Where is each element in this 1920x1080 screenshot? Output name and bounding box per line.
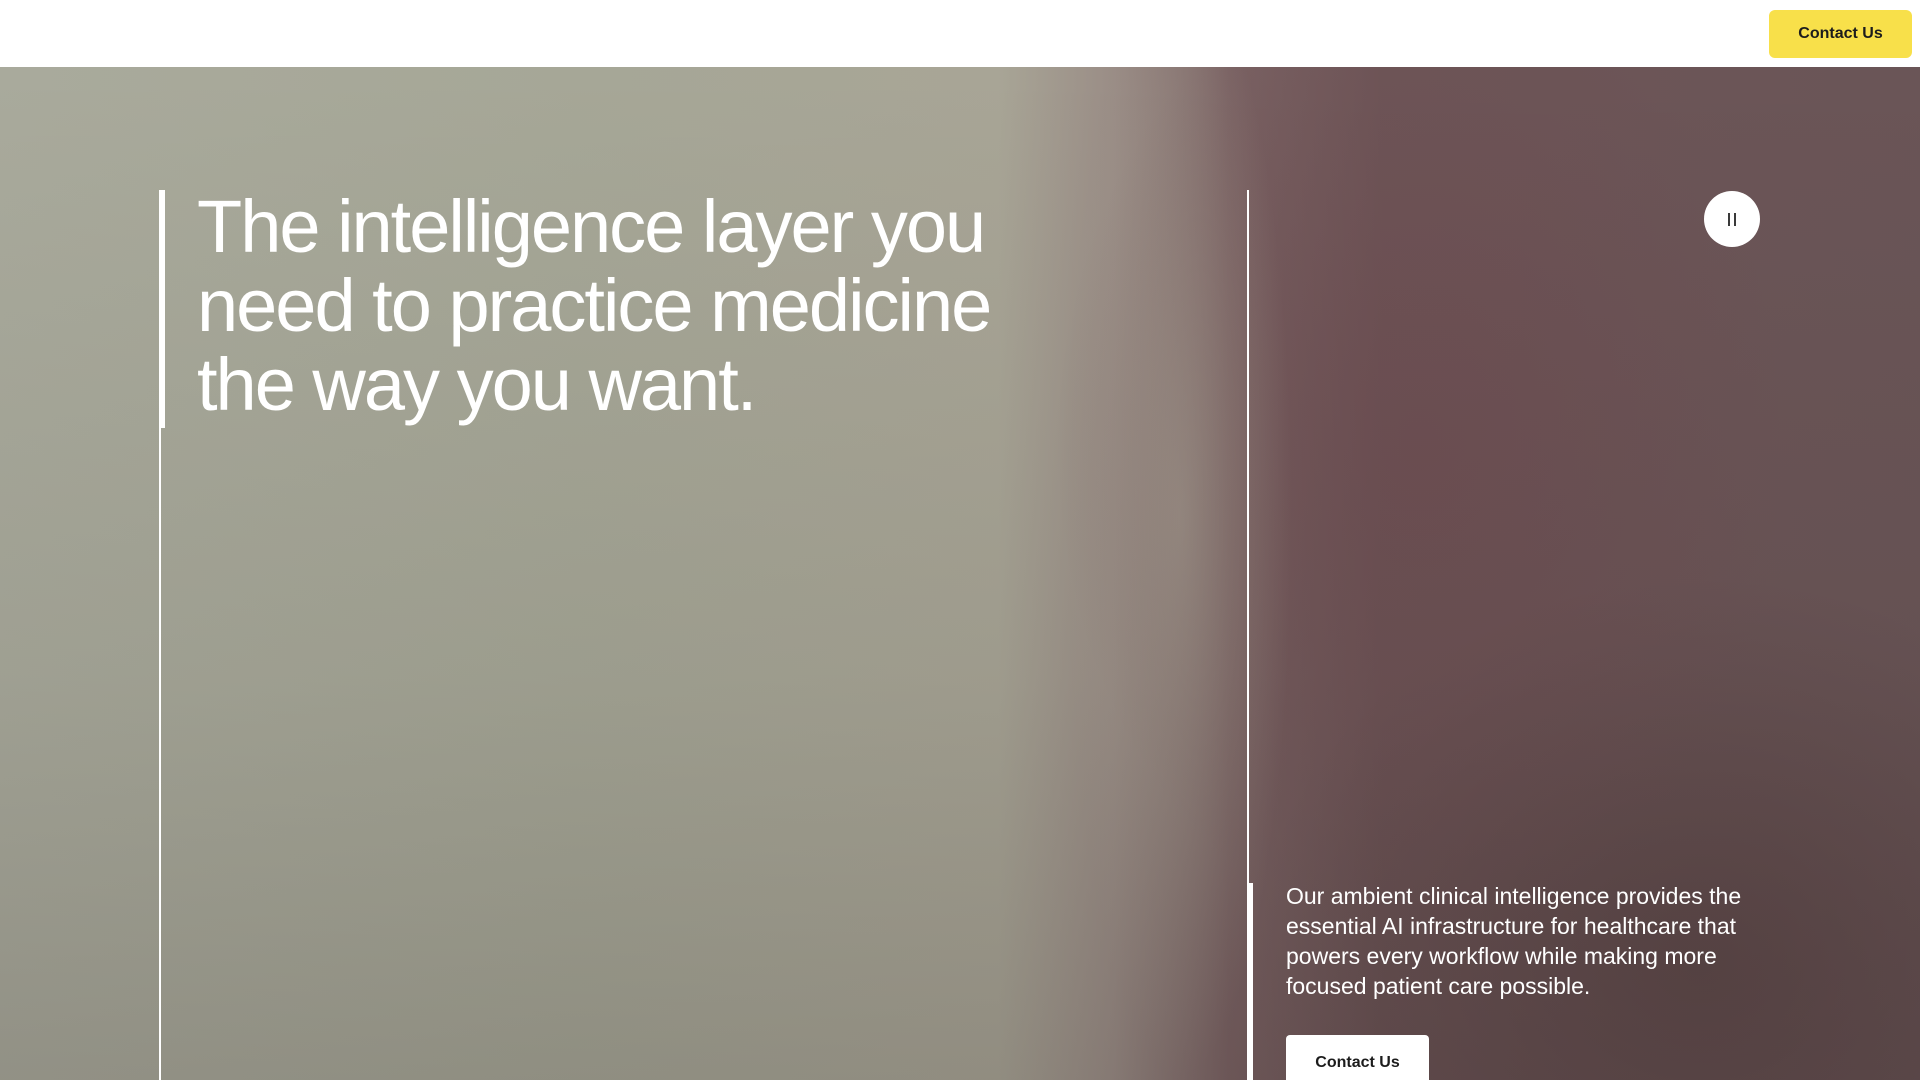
hero-description: Our ambient clinical intelligence provid… <box>1286 883 1742 999</box>
headline-accent-bar <box>159 190 165 428</box>
description-accent-bar <box>1247 883 1253 1080</box>
video-pause-button[interactable] <box>1704 191 1760 247</box>
pause-icon <box>1728 212 1736 226</box>
hero-section: The intelligence layer you need to pract… <box>0 67 1920 1080</box>
hero-contact-us-button[interactable]: Contact Us <box>1286 1035 1429 1080</box>
header-contact-us-button[interactable]: Contact Us <box>1769 10 1912 58</box>
top-navigation-bar: Contact Us <box>0 0 1920 67</box>
hero-headline: The intelligence layer you need to pract… <box>197 185 992 426</box>
